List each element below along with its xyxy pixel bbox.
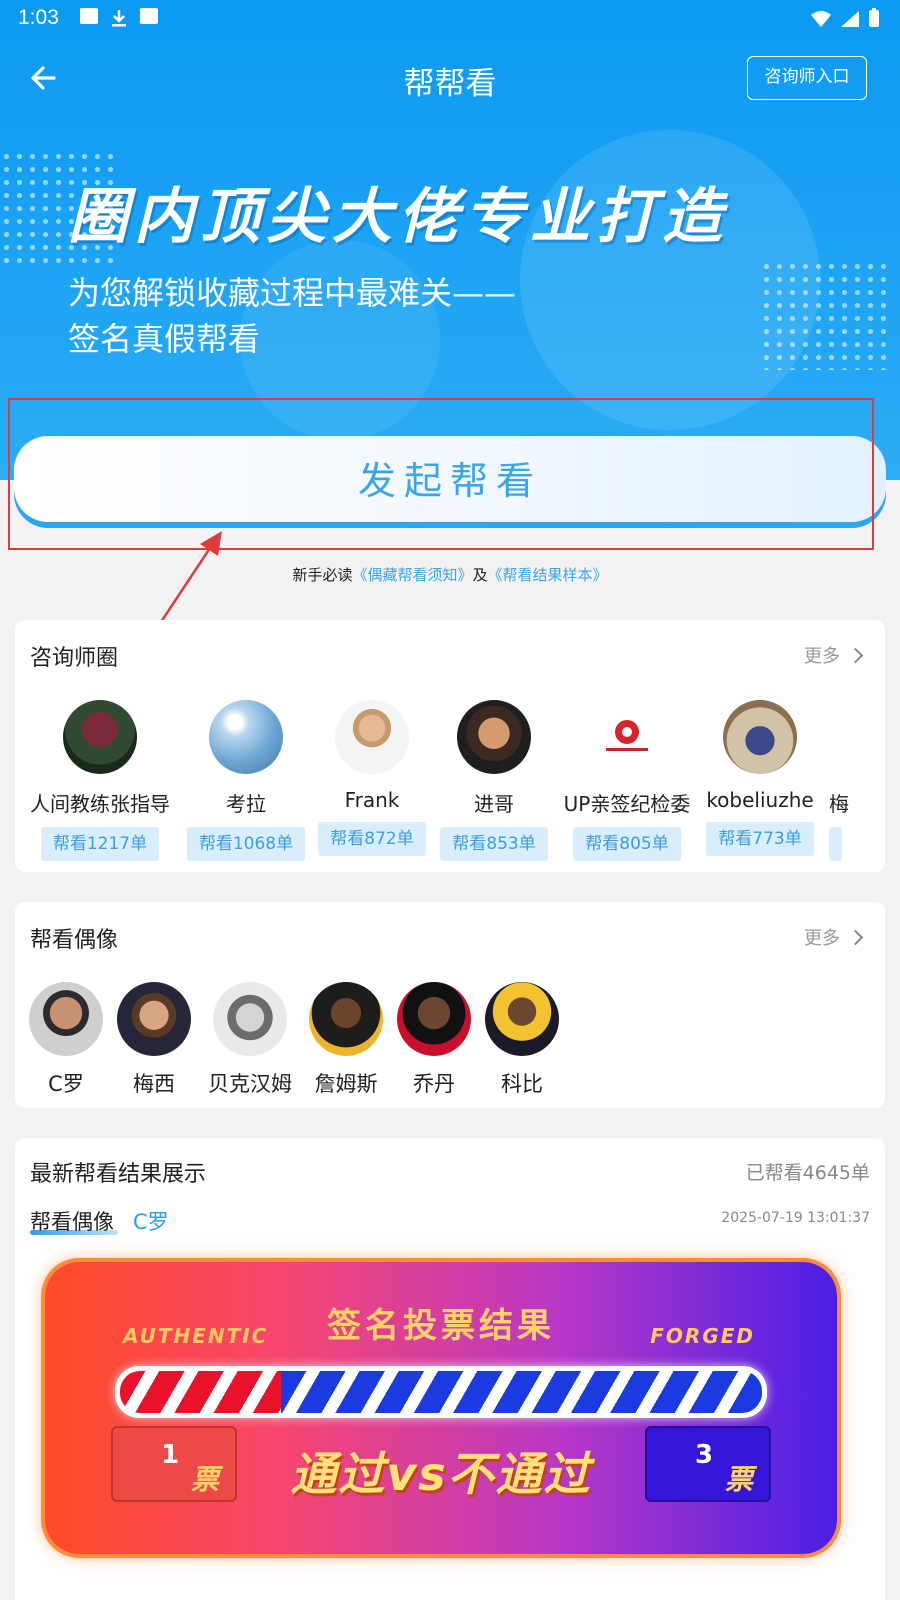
- advisor-item[interactable]: 梅: [829, 700, 885, 861]
- advisor-badge: 帮看773单: [706, 822, 814, 856]
- advisor-badge: 帮看805单: [573, 827, 681, 861]
- advisor-item[interactable]: kobeliuzhe 帮看773单: [685, 700, 835, 856]
- advisor-badge: [829, 827, 843, 861]
- advisor-name: 梅: [829, 792, 849, 816]
- idols-card: 帮看偶像 更多 C罗 梅西 贝克汉姆 詹姆斯 乔丹 科比: [15, 902, 885, 1108]
- avatar: [723, 700, 797, 774]
- avatar: [213, 982, 287, 1056]
- idol-name: 贝克汉姆: [208, 1072, 292, 1096]
- idol-item[interactable]: 梅西: [109, 982, 199, 1098]
- idol-name: 梅西: [133, 1072, 175, 1096]
- advisor-name: kobeliuzhe: [706, 788, 814, 812]
- avatar: [209, 700, 283, 774]
- chevron-right-icon: [847, 647, 864, 663]
- advisor-badge: 帮看853单: [440, 827, 548, 861]
- avatar: [63, 700, 137, 774]
- advisor-item[interactable]: 进哥 帮看853单: [419, 700, 569, 861]
- avatar: [117, 982, 191, 1056]
- download-icon: [110, 8, 128, 33]
- idol-tag-value[interactable]: C罗: [133, 1206, 169, 1236]
- battery-icon: [868, 8, 880, 33]
- idols-more-link[interactable]: 更多: [804, 924, 864, 950]
- sample-link[interactable]: 《帮看结果样本》: [488, 566, 608, 584]
- more-label: 更多: [804, 646, 840, 667]
- nav-bar: 帮帮看 咨询师入口: [0, 50, 900, 106]
- results-title: 最新帮看结果展示: [30, 1162, 207, 1187]
- advisors-card: 咨询师圈 更多 人间教练张指导 帮看1217单 考拉 帮看1068单 Frank…: [15, 620, 885, 872]
- avatar: [457, 700, 531, 774]
- hero-subtitle-line1: 为您解锁收藏过程中最难关——: [68, 274, 517, 312]
- consultant-entry-button[interactable]: 咨询师入口: [747, 56, 867, 100]
- advisors-more-link[interactable]: 更多: [804, 642, 864, 668]
- status-time: 1:03: [18, 6, 59, 29]
- avatar: [590, 700, 664, 774]
- idol-name: C罗: [48, 1072, 84, 1096]
- notice-line: 新手必读《偶藏帮看须知》及《帮看结果样本》: [0, 564, 900, 585]
- authentic-label: AUTHENTIC: [123, 1324, 269, 1348]
- advisor-badge: 帮看1217单: [40, 827, 160, 861]
- idol-item[interactable]: 科比: [477, 982, 567, 1098]
- advisors-title: 咨询师圈: [30, 646, 119, 671]
- idol-item[interactable]: C罗: [21, 982, 111, 1098]
- hero-subtitle-line2: 签名真假帮看: [68, 320, 261, 358]
- vote-result-panel[interactable]: 签名投票结果 AUTHENTIC FORGED 1 票 通过vs不通过 3 票: [45, 1262, 837, 1554]
- idols-title: 帮看偶像: [30, 928, 119, 953]
- advisor-badge: 帮看872单: [318, 822, 426, 856]
- hero-title: 圈内顶尖大佬专业打造: [68, 182, 728, 252]
- hero-subtitle: 为您解锁收藏过程中最难关—— 签名真假帮看: [68, 270, 516, 362]
- app-notification-icon: [140, 8, 158, 24]
- notice-prefix: 新手必读: [292, 566, 353, 584]
- advisor-name: 进哥: [474, 792, 514, 816]
- highlight-box: [8, 398, 874, 550]
- status-bar: 1:03: [0, 0, 900, 38]
- fail-unit: 票: [725, 1463, 754, 1496]
- results-card: 最新帮看结果展示 已帮看4645单 帮看偶像 C罗 2025-07-19 13:…: [15, 1138, 885, 1600]
- signal-icon: [840, 9, 860, 33]
- avatar: [29, 982, 103, 1056]
- idol-name: 乔丹: [413, 1072, 455, 1096]
- avatar: [335, 700, 409, 774]
- avatar: [397, 982, 471, 1056]
- more-label: 更多: [804, 928, 840, 949]
- advisor-item[interactable]: UP亲签纪检委 帮看805单: [552, 700, 702, 861]
- guide-link[interactable]: 《偶藏帮看须知》: [352, 566, 472, 584]
- fail-bar-fill: [280, 1371, 762, 1413]
- idol-name: 科比: [501, 1072, 543, 1096]
- idol-tag-label: 帮看偶像: [30, 1210, 114, 1234]
- gallery-icon: [80, 8, 98, 24]
- results-count: 已帮看4645单: [745, 1162, 870, 1184]
- vote-bar: [115, 1366, 767, 1418]
- chevron-right-icon: [847, 929, 864, 945]
- fail-votes-box: 3 票: [645, 1426, 771, 1502]
- avatar: [485, 982, 559, 1056]
- avatar: [309, 982, 383, 1056]
- idol-name: 詹姆斯: [314, 1072, 378, 1096]
- up-logo-icon: [606, 720, 648, 751]
- advisor-badge: 帮看1068单: [186, 827, 306, 861]
- advisor-item[interactable]: 人间教练张指导 帮看1217单: [25, 700, 175, 861]
- idol-item[interactable]: 乔丹: [389, 982, 479, 1098]
- result-timestamp: 2025-07-19 13:01:37: [721, 1210, 870, 1226]
- pass-bar-fill: [120, 1371, 281, 1413]
- wifi-icon: [810, 9, 832, 33]
- advisor-name: UP亲签纪检委: [563, 792, 691, 816]
- idol-item[interactable]: 贝克汉姆: [205, 982, 295, 1098]
- advisor-name: 人间教练张指导: [30, 792, 170, 816]
- notice-and: 及: [472, 566, 488, 584]
- forged-label: FORGED: [650, 1324, 755, 1348]
- fail-votes: 3: [695, 1440, 714, 1470]
- idol-item[interactable]: 詹姆斯: [301, 982, 391, 1098]
